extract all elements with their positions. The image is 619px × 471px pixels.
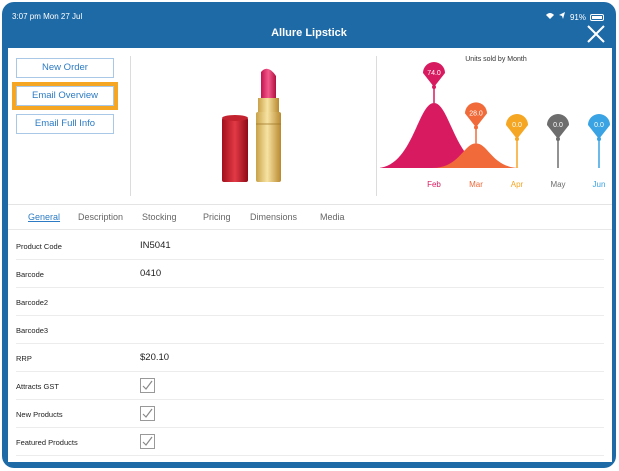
wifi-icon — [545, 12, 555, 22]
field-row: New Products — [16, 400, 604, 428]
data-label: 0.0 — [512, 122, 522, 129]
attracts-gst-checkbox[interactable] — [140, 378, 155, 393]
tab-pricing[interactable]: Pricing — [203, 212, 231, 222]
category-label: Feb — [427, 180, 441, 189]
field-row: Product Code IN5041 — [16, 232, 604, 260]
field-row: Featured Products — [16, 428, 604, 456]
data-label: 0.0 — [594, 122, 604, 129]
field-label: Featured Products — [16, 438, 78, 447]
data-label: 0.0 — [553, 122, 563, 129]
general-fields: Product Code IN5041 Barcode 0410 Barcode… — [8, 232, 612, 456]
field-row: Attracts GST — [16, 372, 604, 400]
detail-tabs: General Description Stocking Pricing Dim… — [8, 208, 612, 230]
tab-dimensions[interactable]: Dimensions — [250, 212, 297, 222]
category-label: Mar — [469, 180, 483, 189]
tab-stocking[interactable]: Stocking — [142, 212, 177, 222]
product-image — [208, 66, 308, 186]
email-overview-button[interactable]: Email Overview — [12, 82, 118, 110]
action-buttons: New Order Email Overview Email Full Info — [12, 58, 118, 142]
chart-plot: 74.0 Feb 28.0 Mar 0.0 Apr 0.0 May 0.0 Jun — [380, 62, 610, 189]
checkmark-icon — [142, 380, 153, 390]
rrp-value: $20.10 — [140, 352, 170, 363]
category-label: Apr — [511, 180, 524, 189]
data-label: 28.0 — [469, 110, 483, 117]
close-icon — [587, 25, 605, 43]
field-row: Barcode 0410 — [16, 260, 604, 288]
category-label: Jun — [593, 180, 606, 189]
new-products-checkbox[interactable] — [140, 406, 155, 421]
field-label: RRP — [16, 354, 32, 363]
barcode-value: 0410 — [140, 268, 162, 279]
battery-icon — [590, 13, 604, 21]
field-label: New Products — [16, 410, 63, 419]
field-row: Barcode2 — [16, 288, 604, 316]
field-label: Barcode3 — [16, 326, 49, 335]
divider — [376, 56, 377, 196]
featured-products-checkbox[interactable] — [140, 434, 155, 449]
location-icon — [558, 12, 566, 22]
app-window: 3:07 pm Mon 27 Jul 91% Allure Lipstick N… — [2, 2, 616, 468]
product-code-value: IN5041 — [140, 240, 171, 251]
divider — [8, 204, 612, 205]
field-label: Product Code — [16, 242, 62, 251]
category-label: May — [550, 180, 565, 189]
divider — [130, 56, 131, 196]
field-label: Barcode2 — [16, 298, 49, 307]
tab-media[interactable]: Media — [320, 212, 345, 222]
battery-percent: 91% — [569, 12, 586, 22]
product-detail-panel: New Order Email Overview Email Full Info — [8, 48, 612, 462]
title-bar: Allure Lipstick — [2, 22, 616, 48]
tab-general[interactable]: General — [28, 212, 60, 222]
new-order-button[interactable]: New Order — [16, 58, 114, 78]
field-label: Barcode — [16, 270, 44, 279]
email-full-info-button[interactable]: Email Full Info — [16, 114, 114, 134]
status-time: 3:07 pm Mon 27 Jul — [12, 12, 83, 21]
field-row: RRP $20.10 — [16, 344, 604, 372]
field-row: Barcode3 — [16, 316, 604, 344]
close-button[interactable] — [586, 24, 606, 44]
status-icons: 91% — [545, 12, 604, 22]
status-bar: 3:07 pm Mon 27 Jul 91% — [2, 2, 616, 22]
field-label: Attracts GST — [16, 382, 59, 391]
checkmark-icon — [142, 408, 153, 418]
units-sold-chart: Units sold by Month 74.0 Feb 28.0 Mar 0.0 Apr… — [380, 52, 612, 202]
page-title: Allure Lipstick — [271, 27, 347, 39]
tab-description[interactable]: Description — [78, 212, 123, 222]
checkmark-icon — [142, 436, 153, 446]
data-label: 74.0 — [427, 70, 441, 77]
